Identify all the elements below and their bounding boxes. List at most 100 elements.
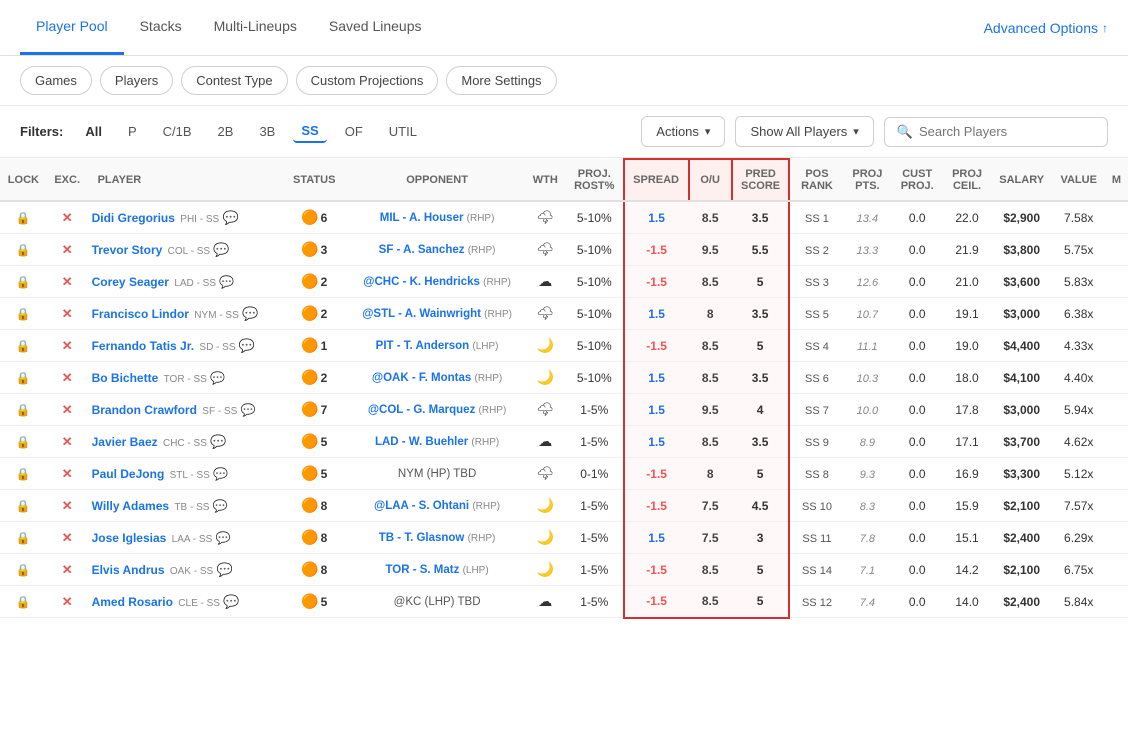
opponent-name[interactable]: TB - T. Glasnow	[379, 532, 465, 544]
tab-saved-lineups[interactable]: Saved Lineups	[313, 0, 438, 55]
exc-cell[interactable]: ✕	[47, 458, 88, 490]
exc-cell[interactable]: ✕	[47, 201, 88, 234]
player-name[interactable]: Bo Bichette	[92, 371, 159, 385]
lock-cell[interactable]: 🔒	[0, 234, 47, 266]
opponent-name[interactable]: @CHC - K. Hendricks	[363, 276, 480, 288]
player-name[interactable]: Corey Seager	[92, 275, 169, 289]
filter-all[interactable]: All	[77, 121, 110, 142]
tab-stacks[interactable]: Stacks	[124, 0, 198, 55]
opponent-name[interactable]: @LAA - S. Ohtani	[374, 500, 469, 512]
player-name[interactable]: Trevor Story	[92, 243, 163, 257]
player-name[interactable]: Francisco Lindor	[92, 307, 189, 321]
filter-of[interactable]: OF	[337, 121, 371, 142]
exc-cell[interactable]: ✕	[47, 266, 88, 298]
filter-p[interactable]: P	[120, 121, 145, 142]
lock-cell[interactable]: 🔒	[0, 458, 47, 490]
lock-cell[interactable]: 🔒	[0, 362, 47, 394]
tab-multi-lineups[interactable]: Multi-Lineups	[198, 0, 313, 55]
lock-icon[interactable]: 🔒	[16, 211, 31, 225]
opponent-name[interactable]: @STL - A. Wainwright	[362, 308, 481, 320]
message-icon[interactable]: 💬	[210, 434, 226, 449]
lock-icon[interactable]: 🔒	[16, 275, 31, 289]
exclude-icon[interactable]: ✕	[62, 402, 73, 417]
message-icon[interactable]: 💬	[213, 242, 229, 257]
player-name[interactable]: Elvis Andrus	[92, 563, 165, 577]
players-filter-btn[interactable]: Players	[100, 66, 173, 95]
player-name[interactable]: Paul DeJong	[92, 467, 165, 481]
lock-cell[interactable]: 🔒	[0, 394, 47, 426]
lock-icon[interactable]: 🔒	[16, 435, 31, 449]
exc-cell[interactable]: ✕	[47, 586, 88, 618]
exclude-icon[interactable]: ✕	[62, 306, 73, 321]
message-icon[interactable]: 💬	[242, 306, 258, 321]
message-icon[interactable]: 💬	[223, 210, 239, 225]
lock-cell[interactable]: 🔒	[0, 522, 47, 554]
opponent-name[interactable]: MIL - A. Houser	[380, 212, 464, 224]
filter-util[interactable]: UTIL	[381, 121, 425, 142]
lock-cell[interactable]: 🔒	[0, 330, 47, 362]
exclude-icon[interactable]: ✕	[62, 274, 73, 289]
lock-icon[interactable]: 🔒	[16, 467, 31, 481]
show-players-dropdown[interactable]: Show All Players	[735, 116, 873, 147]
player-name[interactable]: Fernando Tatis Jr.	[92, 339, 194, 353]
message-icon[interactable]: 💬	[217, 562, 233, 577]
exclude-icon[interactable]: ✕	[62, 370, 73, 385]
player-name[interactable]: Amed Rosario	[92, 595, 173, 609]
opponent-name[interactable]: @COL - G. Marquez	[368, 404, 475, 416]
more-settings-filter-btn[interactable]: More Settings	[446, 66, 556, 95]
filter-ss[interactable]: SS	[293, 120, 326, 143]
lock-icon[interactable]: 🔒	[16, 371, 31, 385]
exclude-icon[interactable]: ✕	[62, 466, 73, 481]
lock-cell[interactable]: 🔒	[0, 426, 47, 458]
exc-cell[interactable]: ✕	[47, 426, 88, 458]
opponent-name[interactable]: @OAK - F. Montas	[372, 372, 471, 384]
filter-2b[interactable]: 2B	[210, 121, 242, 142]
lock-icon[interactable]: 🔒	[16, 307, 31, 321]
exclude-icon[interactable]: ✕	[62, 434, 73, 449]
tab-player-pool[interactable]: Player Pool	[20, 0, 124, 55]
player-name[interactable]: Javier Baez	[92, 435, 158, 449]
filter-3b[interactable]: 3B	[251, 121, 283, 142]
exc-cell[interactable]: ✕	[47, 330, 88, 362]
exclude-icon[interactable]: ✕	[62, 498, 73, 513]
lock-icon[interactable]: 🔒	[16, 563, 31, 577]
advanced-options-link[interactable]: Advanced Options	[984, 20, 1108, 36]
opponent-name[interactable]: TOR - S. Matz	[385, 564, 459, 576]
exc-cell[interactable]: ✕	[47, 490, 88, 522]
player-name[interactable]: Didi Gregorius	[92, 211, 175, 225]
exc-cell[interactable]: ✕	[47, 394, 88, 426]
message-icon[interactable]: 💬	[223, 594, 239, 609]
custom-projections-filter-btn[interactable]: Custom Projections	[296, 66, 439, 95]
lock-icon[interactable]: 🔒	[16, 243, 31, 257]
lock-cell[interactable]: 🔒	[0, 266, 47, 298]
lock-cell[interactable]: 🔒	[0, 586, 47, 618]
filter-c1b[interactable]: C/1B	[155, 121, 200, 142]
lock-cell[interactable]: 🔒	[0, 298, 47, 330]
opponent-name[interactable]: LAD - W. Buehler	[375, 436, 468, 448]
lock-icon[interactable]: 🔒	[16, 531, 31, 545]
exc-cell[interactable]: ✕	[47, 522, 88, 554]
exclude-icon[interactable]: ✕	[62, 594, 73, 609]
lock-cell[interactable]: 🔒	[0, 490, 47, 522]
lock-cell[interactable]: 🔒	[0, 201, 47, 234]
lock-icon[interactable]: 🔒	[16, 499, 31, 513]
actions-dropdown[interactable]: Actions	[641, 116, 725, 147]
search-input[interactable]	[919, 124, 1095, 139]
contest-type-filter-btn[interactable]: Contest Type	[181, 66, 287, 95]
opponent-name[interactable]: SF - A. Sanchez	[379, 244, 465, 256]
exc-cell[interactable]: ✕	[47, 234, 88, 266]
exclude-icon[interactable]: ✕	[62, 530, 73, 545]
exc-cell[interactable]: ✕	[47, 554, 88, 586]
exc-cell[interactable]: ✕	[47, 298, 88, 330]
player-name[interactable]: Jose Iglesias	[92, 531, 167, 545]
message-icon[interactable]: 💬	[239, 338, 255, 353]
player-name[interactable]: Willy Adames	[92, 499, 169, 513]
lock-icon[interactable]: 🔒	[16, 403, 31, 417]
lock-cell[interactable]: 🔒	[0, 554, 47, 586]
opponent-name[interactable]: PIT - T. Anderson	[376, 340, 470, 352]
games-filter-btn[interactable]: Games	[20, 66, 92, 95]
exclude-icon[interactable]: ✕	[62, 210, 73, 225]
exclude-icon[interactable]: ✕	[62, 562, 73, 577]
exclude-icon[interactable]: ✕	[62, 338, 73, 353]
exclude-icon[interactable]: ✕	[62, 242, 73, 257]
